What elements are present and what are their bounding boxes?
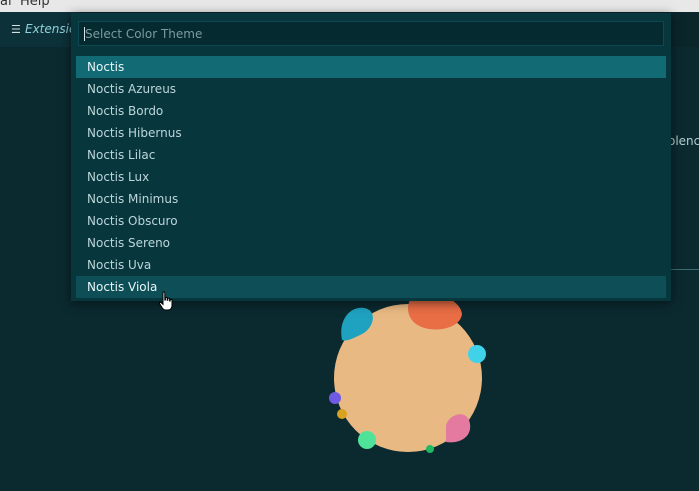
quick-pick: Noctis Noctis Azureus Noctis Bordo Nocti… <box>71 13 671 301</box>
tab-label: Extensio <box>25 22 77 36</box>
menu-icon: ☰ <box>11 23 21 36</box>
search-field[interactable] <box>78 21 669 46</box>
text-caret <box>84 27 85 41</box>
list-item[interactable]: Noctis Uva <box>76 254 666 276</box>
logo-dot-cyan <box>468 345 486 363</box>
list-item[interactable]: Noctis <box>76 56 666 78</box>
divider <box>669 269 699 270</box>
menu-bar: al Help <box>0 0 699 12</box>
tab-extension[interactable]: ☰ Extensio <box>0 12 80 47</box>
noctis-logo <box>329 292 486 453</box>
search-input[interactable] <box>79 22 669 45</box>
list-item[interactable]: Noctis Sereno <box>76 232 666 254</box>
background-text: olenc <box>668 134 699 148</box>
theme-list: Noctis Noctis Azureus Noctis Bordo Nocti… <box>76 56 666 298</box>
menu-item-partial[interactable]: al <box>0 0 12 9</box>
list-item[interactable]: Noctis Bordo <box>76 100 666 122</box>
logo-dot-gold <box>337 409 347 419</box>
list-item[interactable]: Noctis Obscuro <box>76 210 666 232</box>
logo-dot-small-green <box>426 445 434 453</box>
list-item[interactable]: Noctis Lux <box>76 166 666 188</box>
list-item[interactable]: Noctis Lilac <box>76 144 666 166</box>
list-item[interactable]: Noctis Azureus <box>76 78 666 100</box>
logo-dot-green <box>358 431 376 449</box>
list-item[interactable]: Noctis Hibernus <box>76 122 666 144</box>
logo-dot-violet <box>329 392 341 404</box>
menu-help[interactable]: Help <box>20 0 50 9</box>
list-item[interactable]: Noctis Minimus <box>76 188 666 210</box>
hand-pointer-icon <box>158 291 173 311</box>
